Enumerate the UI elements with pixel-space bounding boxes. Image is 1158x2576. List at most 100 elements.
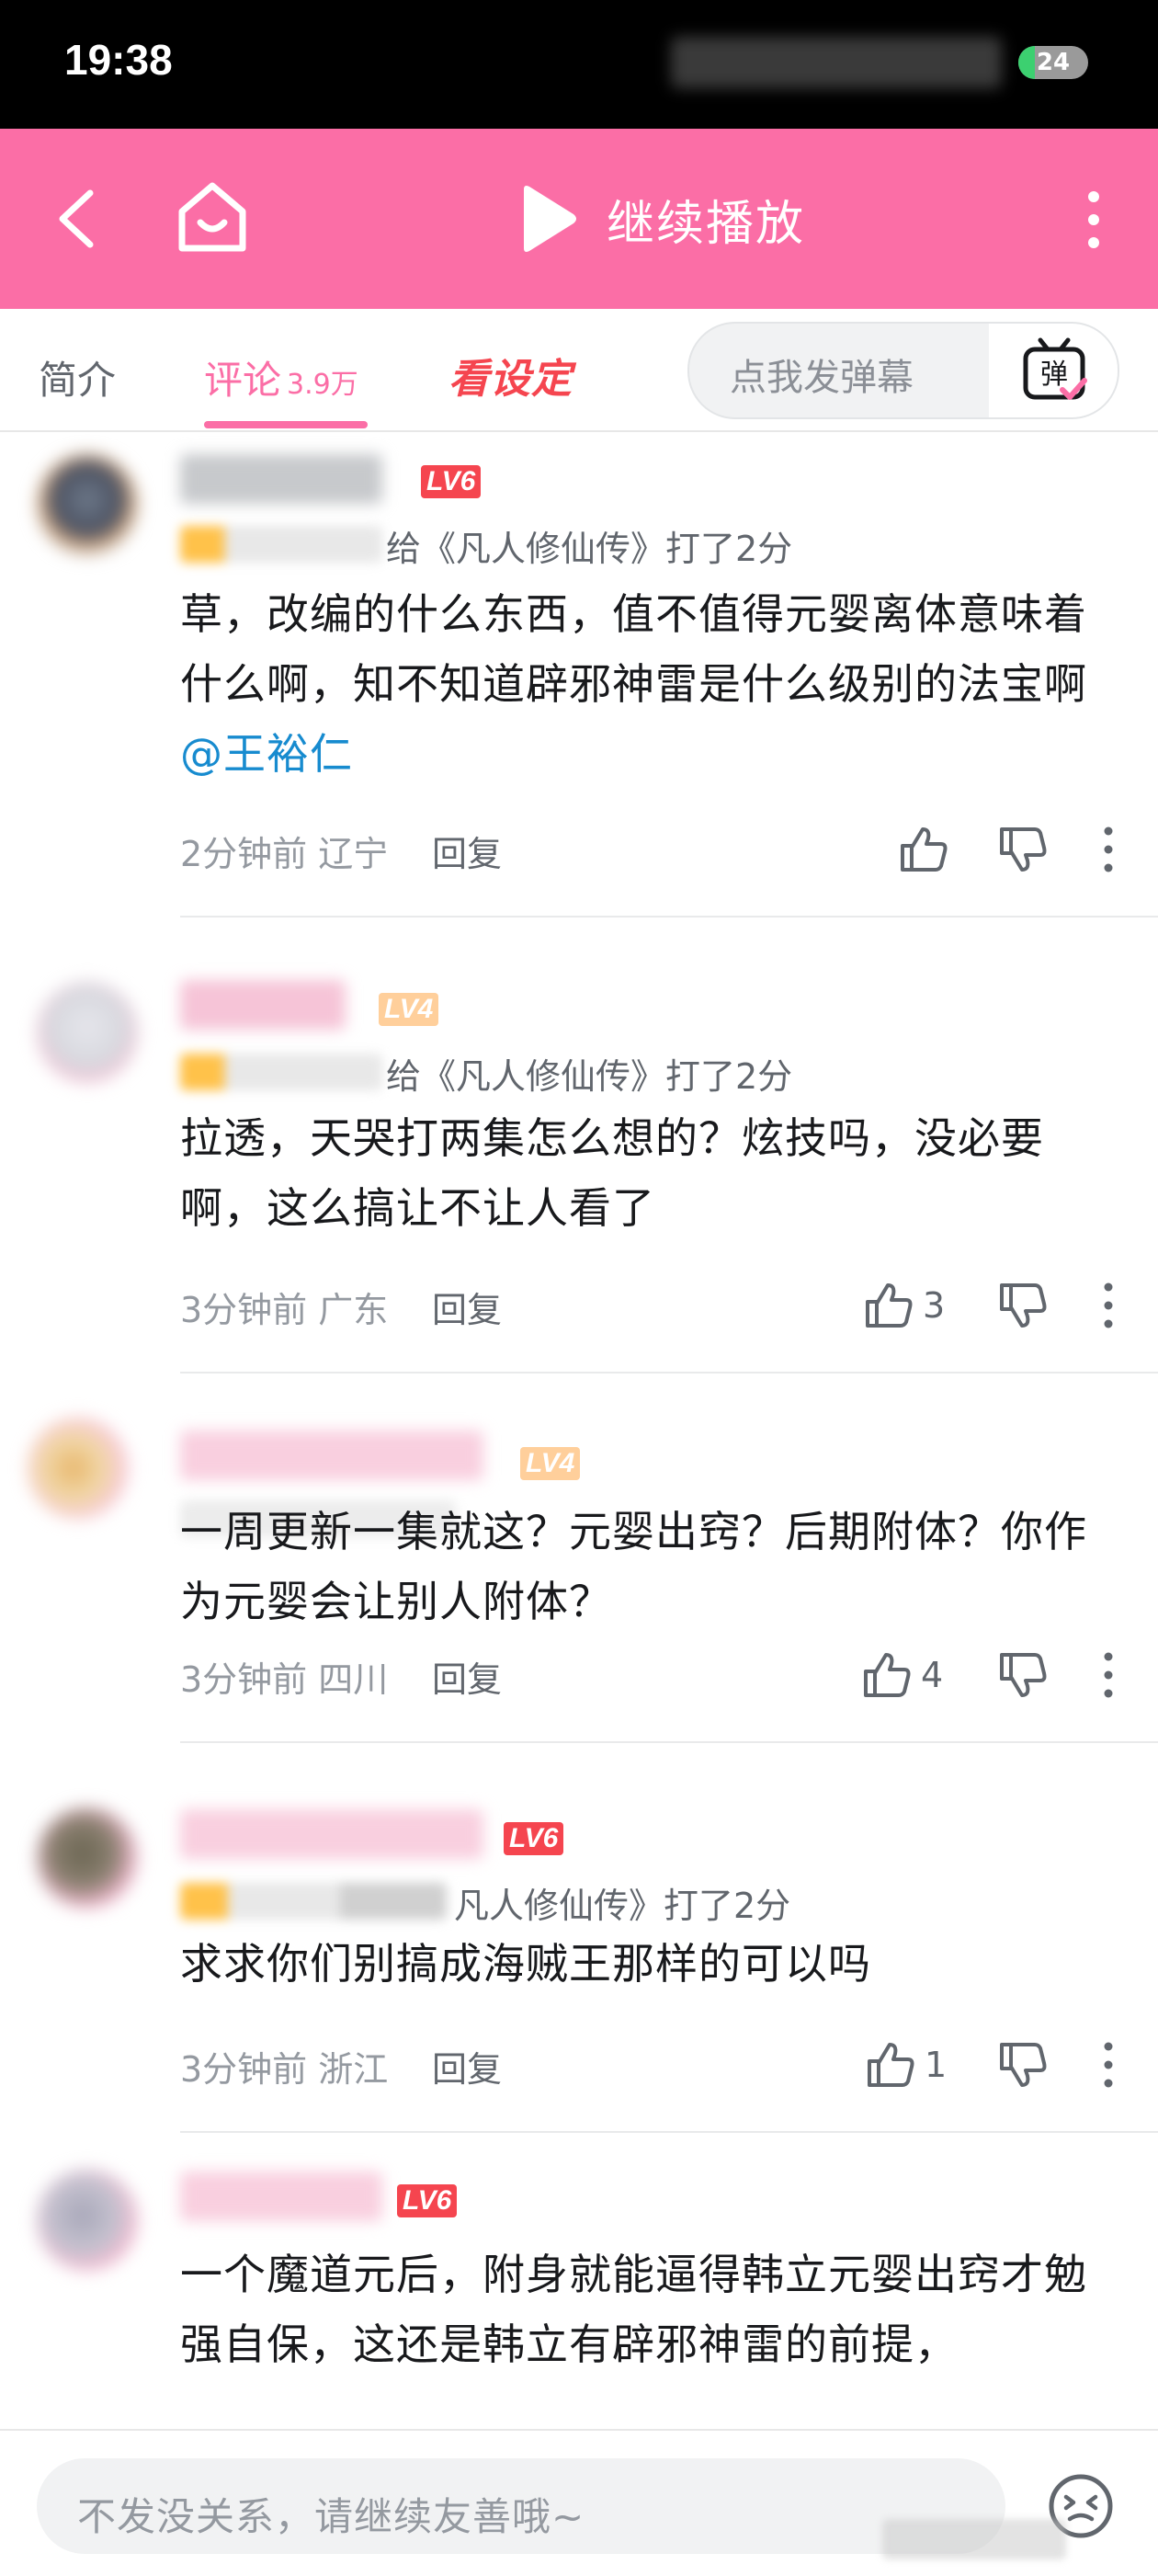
comment-meta: 3分钟前 广东 (180, 1282, 388, 1332)
avatar[interactable] (28, 1418, 129, 1519)
video-header: 继续播放 (0, 129, 1158, 309)
avatar[interactable] (37, 982, 138, 1083)
continue-play-button[interactable]: 继续播放 (517, 180, 805, 257)
status-bar: 19:38 24 (0, 0, 1158, 129)
comment-location: 四川 (318, 1659, 389, 1700)
thumbs-down-icon (1000, 1653, 1047, 1697)
play-icon (524, 186, 576, 252)
thumbs-up-icon (864, 1653, 911, 1697)
back-arrow-icon (59, 189, 94, 248)
like-count: 3 (923, 1285, 946, 1326)
comment-meta: 2分钟前 辽宁 (180, 826, 388, 876)
more-vertical-icon (1088, 191, 1099, 248)
more-vertical-icon (1104, 1282, 1113, 1328)
comment-text: 草，改编的什么东西，值不值得元婴离体意味着什么啊，知不知道辟邪神雷是什么级别的法… (180, 579, 1118, 789)
username-blurred[interactable] (180, 1809, 483, 1859)
avatar[interactable] (37, 454, 138, 555)
rating-text: 给《凡人修仙传》打了2分 (386, 529, 793, 569)
tab-comments[interactable]: 评论 3.9万 (204, 349, 358, 405)
comment-more-button[interactable] (1099, 1280, 1118, 1331)
reply-button[interactable]: 回复 (432, 826, 502, 876)
danmaku-placeholder: 点我发弹幕 (730, 357, 914, 399)
like-count: 4 (921, 1655, 944, 1695)
thumbs-up-icon (866, 1283, 913, 1328)
username-blurred[interactable] (180, 2171, 382, 2221)
dislike-button[interactable] (996, 824, 1048, 875)
comment-meta: 3分钟前 四川 (180, 1651, 388, 1702)
comment-time: 3分钟前 (180, 2049, 308, 2090)
like-count: 1 (925, 2045, 948, 2085)
danmaku-input[interactable]: 点我发弹幕 弹 (687, 322, 1119, 419)
thumbs-down-icon (1000, 1283, 1047, 1328)
level-badge: LV6 (504, 1822, 564, 1855)
more-vertical-icon (1104, 826, 1113, 872)
level-badge: LV4 (520, 1447, 581, 1480)
mention-link[interactable]: @王裕仁 (180, 729, 353, 779)
home-button[interactable] (171, 175, 254, 257)
watermark-blurred (882, 2519, 1066, 2559)
dislike-button[interactable] (996, 1649, 1048, 1701)
comment-input-placeholder: 不发没关系，请继续友善哦~ (77, 2494, 585, 2539)
username-blurred[interactable] (180, 980, 346, 1030)
avatar[interactable] (37, 1807, 138, 1909)
comment-more-button[interactable] (1099, 824, 1118, 875)
thumbs-down-icon (1000, 2043, 1047, 2087)
comment-divider (180, 1372, 1158, 1373)
more-options-button[interactable] (1075, 188, 1112, 252)
comment-divider (180, 1741, 1158, 1743)
like-button[interactable]: 3 (862, 1280, 945, 1331)
comment-time: 2分钟前 (180, 834, 308, 874)
tab-setting[interactable]: 看设定 (448, 346, 573, 405)
status-icons-blurred (671, 37, 1002, 88)
active-tab-indicator (204, 421, 368, 428)
reply-button[interactable]: 回复 (432, 1282, 502, 1332)
comment-meta: 3分钟前 浙江 (180, 2041, 388, 2092)
comment-text: 一个魔道元后，附身就能逼得韩立元婴出窍才勉强自保，这还是韩立有辟邪神雷的前提， (180, 2250, 1087, 2369)
danmaku-icon-label: 弹 (1040, 359, 1068, 391)
dislike-button[interactable] (996, 1280, 1048, 1331)
rating-text: 凡人修仙传》打了2分 (454, 1886, 791, 1926)
level-badge: LV6 (397, 2184, 458, 2217)
rating-stars (180, 1883, 447, 1920)
battery-level: 24 (1036, 49, 1071, 76)
level-badge: LV4 (379, 993, 439, 1026)
avatar[interactable] (37, 2170, 138, 2271)
comment-text: 拉透，天哭打两集怎么想的？炫技吗，没必要啊，这么搞让不让人看了 (180, 1113, 1044, 1233)
danmaku-tv-icon: 弹 (1023, 337, 1087, 400)
like-button[interactable]: 4 (860, 1649, 943, 1701)
thumbs-down-icon (1000, 827, 1047, 872)
back-button[interactable] (46, 180, 119, 257)
comment-time: 3分钟前 (180, 1659, 308, 1700)
comment-input[interactable]: 不发没关系，请继续友善哦~ (37, 2458, 1005, 2554)
dislike-button[interactable] (996, 2039, 1048, 2091)
comment-text: 求求你们别搞成海贼王那样的可以吗 (180, 1939, 871, 1989)
tab-intro[interactable]: 简介 (39, 349, 116, 405)
status-time: 19:38 (64, 36, 173, 84)
comment-more-button[interactable] (1099, 2039, 1118, 2091)
battery-icon: 24 (1018, 46, 1088, 79)
comment-location: 辽宁 (318, 834, 389, 874)
reply-button[interactable]: 回复 (432, 2041, 502, 2092)
username-blurred[interactable] (180, 454, 382, 504)
rating-text: 给《凡人修仙传》打了2分 (386, 1056, 793, 1097)
more-vertical-icon (1104, 2042, 1113, 2088)
like-button[interactable]: 1 (864, 2039, 947, 2091)
reply-button[interactable]: 回复 (432, 1651, 502, 1702)
comment-text: 一周更新一集就这？元婴出窍？后期附体？你作为元婴会让别人附体？ (180, 1507, 1087, 1626)
more-vertical-icon (1104, 1652, 1113, 1698)
comment-divider (180, 2131, 1158, 2133)
rating-stars (180, 1054, 382, 1090)
like-button[interactable] (897, 824, 958, 875)
home-icon (178, 182, 246, 252)
tab-comments-label: 评论 (204, 358, 282, 403)
comments-count: 3.9万 (287, 369, 358, 401)
content-tabs: 简介 评论 3.9万 看设定 点我发弹幕 弹 (0, 309, 1158, 432)
danmaku-toggle-button[interactable]: 弹 (989, 324, 1118, 417)
thumbs-up-icon (901, 827, 948, 872)
comment-more-button[interactable] (1099, 1649, 1118, 1701)
comment-location: 浙江 (318, 2049, 389, 2090)
comment-time: 3分钟前 (180, 1290, 308, 1330)
comment-body: 草，改编的什么东西，值不值得元婴离体意味着什么啊，知不知道辟邪神雷是什么级别的法… (180, 589, 1087, 709)
username-blurred[interactable] (180, 1430, 483, 1480)
comment-location: 广东 (318, 1290, 389, 1330)
